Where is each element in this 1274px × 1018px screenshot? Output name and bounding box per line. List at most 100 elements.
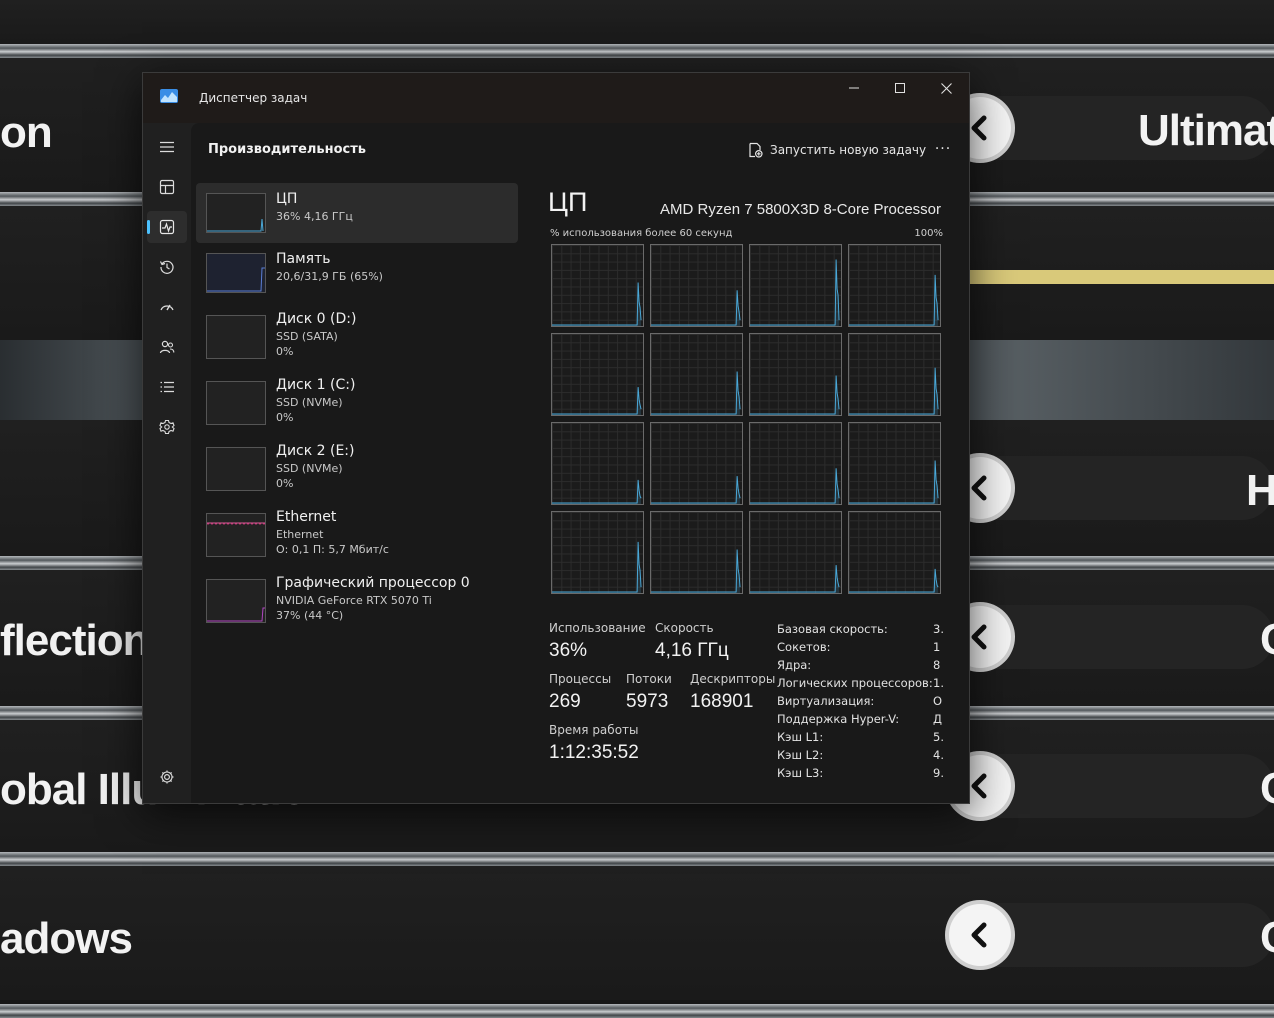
core-graph	[848, 422, 941, 505]
spec-value: 5.	[933, 730, 944, 744]
device-name: ЦП	[276, 191, 298, 207]
ethernet-mini-graph	[207, 522, 265, 525]
core-usage-fill	[651, 290, 741, 326]
speed-label: Скорость	[655, 621, 714, 635]
core-usage-fill	[849, 367, 939, 415]
core-usage-line	[849, 568, 939, 593]
core-usage-path	[849, 460, 939, 504]
spec-label: Кэш L3:	[777, 766, 824, 780]
device-usage: 37% (44 °C)	[276, 609, 344, 622]
bg-setting-label: adows	[0, 914, 133, 963]
nav-users[interactable]	[147, 331, 187, 363]
close-icon	[940, 82, 952, 94]
device-item-disk2[interactable]: Диск 2 (E:) SSD (NVMe) 0%	[196, 435, 518, 501]
task-manager-window: Диспетчер задач Производительность Запус…	[142, 72, 970, 804]
maximize-button[interactable]	[877, 73, 923, 103]
bg-divider	[0, 1004, 1274, 1018]
core-usage-line	[849, 274, 939, 326]
device-item-ethernet[interactable]: Ethernet Ethernet О: 0,1 П: 5,7 Мбит/с	[196, 501, 518, 567]
device-thumbnail	[206, 579, 266, 623]
close-button[interactable]	[923, 73, 969, 103]
core-usage-line	[651, 476, 741, 504]
cpu-core-graphs	[551, 244, 943, 596]
device-name: Ethernet	[276, 509, 337, 525]
core-usage-fill	[849, 460, 939, 504]
device-thumbnail	[206, 513, 266, 557]
nav-startup-apps[interactable]	[147, 291, 187, 323]
core-usage-line	[750, 375, 840, 415]
device-thumbnail	[206, 253, 266, 293]
more-icon: ···	[934, 141, 952, 157]
chevron-left-icon[interactable]	[949, 904, 1011, 966]
device-usage: 0%	[276, 411, 294, 424]
core-usage-path	[651, 549, 741, 593]
services-icon	[159, 419, 175, 435]
device-detail: NVIDIA GeForce RTX 5070 Ti	[276, 594, 432, 607]
core-usage-line	[552, 282, 642, 326]
device-name: Диск 0 (D:)	[276, 311, 357, 327]
nav-services[interactable]	[147, 411, 187, 443]
handles-label: Дескрипторы	[690, 672, 776, 686]
nav-settings[interactable]	[147, 761, 187, 793]
more-options-button[interactable]: ···	[931, 137, 955, 161]
processes-label: Процессы	[549, 672, 612, 686]
device-throughput: О: 0,1 П: 5,7 Мбит/с	[276, 543, 389, 556]
nav-processes[interactable]	[147, 171, 187, 203]
uptime-value: 1:12:35:52	[549, 742, 639, 763]
core-usage-path	[651, 371, 741, 415]
details-icon	[160, 381, 174, 393]
title-bar[interactable]: Диспетчер задач	[143, 73, 969, 123]
core-usage-line	[750, 468, 840, 504]
core-usage-path	[552, 282, 642, 326]
core-usage-path	[651, 476, 741, 504]
nav-details[interactable]	[147, 371, 187, 403]
device-item-gpu[interactable]: Графический процессор 0 NVIDIA GeForce R…	[196, 567, 518, 633]
core-usage-line	[750, 259, 840, 326]
settings-icon	[160, 770, 174, 784]
core-usage-fill	[651, 371, 741, 415]
device-thumbnail	[206, 447, 266, 491]
core-usage-fill	[552, 282, 642, 326]
device-item-disk0[interactable]: Диск 0 (D:) SSD (SATA) 0%	[196, 303, 518, 369]
bg-setting-value: C	[1260, 615, 1274, 665]
spec-label: Кэш L1:	[777, 730, 824, 744]
core-usage-path	[552, 387, 642, 415]
core-usage-line	[651, 549, 741, 593]
bg-slider-bar	[968, 270, 1274, 284]
device-item-cpu[interactable]: ЦП 36% 4,16 ГГц	[196, 183, 518, 243]
page-header: Производительность Запустить новую задач…	[191, 123, 969, 175]
processes-value: 269	[549, 691, 581, 712]
core-usage-path	[849, 367, 939, 415]
device-item-disk1[interactable]: Диск 1 (C:) SSD (NVMe) 0%	[196, 369, 518, 435]
nav-app-history[interactable]	[147, 251, 187, 283]
core-usage-line	[750, 565, 840, 593]
core-usage-path	[651, 290, 741, 326]
spec-value: О	[933, 694, 943, 708]
device-detail: 20,6/31,9 ГБ (65%)	[276, 270, 383, 283]
nav-performance[interactable]	[147, 211, 187, 243]
core-graph	[551, 333, 644, 416]
threads-value: 5973	[626, 691, 669, 712]
page-title: Производительность	[208, 142, 367, 157]
device-item-memory[interactable]: Память 20,6/31,9 ГБ (65%)	[196, 243, 518, 303]
core-graph	[749, 422, 842, 505]
spec-label: Виртуализация:	[777, 694, 875, 708]
cpu-model: AMD Ryzen 7 5800X3D 8-Core Processor	[660, 201, 941, 218]
device-name: Диск 1 (C:)	[276, 377, 356, 393]
core-graph	[650, 333, 743, 416]
run-new-task-button[interactable]: Запустить новую задачу	[747, 139, 926, 161]
core-usage-line	[552, 479, 642, 504]
hamburger-menu-button[interactable]	[147, 131, 187, 163]
spec-label: Сокетов:	[777, 640, 831, 654]
usage-value: 36%	[549, 640, 588, 661]
run-task-label: Запустить новую задачу	[770, 143, 927, 157]
spec-value: 9.	[933, 766, 944, 780]
spec-value: 8	[933, 658, 941, 672]
handles-value: 168901	[690, 691, 754, 712]
bg-setting-value: C	[1260, 913, 1274, 963]
minimize-button[interactable]	[831, 73, 877, 103]
core-graph	[848, 333, 941, 416]
main-content: Производительность Запустить новую задач…	[191, 123, 969, 803]
performance-icon	[159, 219, 175, 235]
core-usage-line	[651, 290, 741, 326]
